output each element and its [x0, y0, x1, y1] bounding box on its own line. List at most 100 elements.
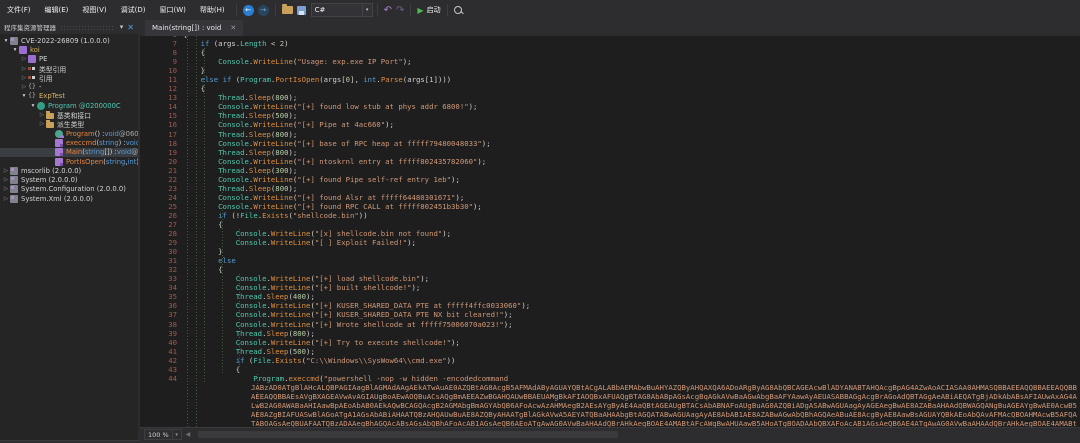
tree-expander[interactable]: ▷	[2, 186, 10, 192]
tree-item[interactable]: Program() : void @0600	[0, 129, 138, 138]
code-line: 28 Console.WriteLine("[x] shellcode.bin …	[140, 229, 1080, 238]
tree-item[interactable]: ▷类型引用	[0, 64, 138, 73]
redo-icon: ↷	[396, 5, 404, 16]
tree-expander[interactable]: ▾	[29, 103, 37, 109]
zoom-level-control[interactable]: 100 %	[144, 429, 173, 440]
code-line: 27 {	[140, 220, 1080, 229]
tab-main-string-void[interactable]: Main(string[]) : void ✕	[145, 20, 243, 36]
navigate-forward-button[interactable]: →	[258, 5, 269, 16]
tree-expander[interactable]: ▾	[11, 47, 19, 53]
tree-item-label: CVE-2022-26809 (1.0.0.0)	[21, 37, 110, 45]
code-line: 44 Program.execcmd("powershell -nop -w h…	[140, 374, 1080, 383]
horizontal-scrollbar[interactable]: ◀	[186, 428, 1080, 441]
tree-expander[interactable]: ▷	[2, 177, 10, 183]
tree-item-label: int	[128, 158, 137, 166]
tree-item[interactable]: ▾ CVE-2022-26809 (1.0.0.0)	[0, 36, 138, 45]
code-text: if (File.Exists("C:\\Windows\\SysWow64\\…	[183, 356, 455, 365]
tree-item-label: -	[39, 83, 41, 91]
menu-item[interactable]: 调试(D)	[114, 5, 153, 15]
line-number: 35	[140, 292, 177, 301]
tree-item-label: Program @0200000C	[48, 102, 121, 110]
tree-expander[interactable]: ▷	[20, 84, 28, 90]
search-button[interactable]	[454, 6, 462, 14]
menu-item[interactable]: 帮助(H)	[193, 5, 232, 15]
line-number: 8	[140, 48, 177, 57]
code-line: 10 }	[140, 66, 1080, 75]
undo-button[interactable]: ↶	[384, 5, 392, 16]
ctor-icon	[55, 130, 63, 138]
code-line: 8 {	[140, 48, 1080, 57]
tree-item-label: void	[104, 130, 118, 138]
tree-item-label: ExpTest	[39, 92, 65, 100]
toolbar-separator	[275, 4, 276, 16]
tree-expander[interactable]: ▷	[38, 112, 46, 118]
tree-expander[interactable]: ▷	[2, 196, 10, 202]
open-button[interactable]	[282, 6, 293, 14]
line-number: 43	[140, 365, 177, 374]
undo-icon: ↶	[384, 5, 392, 16]
tree-item[interactable]: ▾ Program @0200000C	[0, 101, 138, 110]
panel-position-button[interactable]: ▾	[118, 23, 126, 31]
tree-item[interactable]: execcmd(string) : void	[0, 138, 138, 147]
tree-item[interactable]: PortIsOpen(string, int) :	[0, 157, 138, 166]
save-button[interactable]	[297, 6, 306, 15]
tree-item[interactable]: ▷System.Xml (2.0.0.0)	[0, 194, 138, 203]
tree-item-label: @0	[131, 148, 138, 156]
tree-expander[interactable]: ▾	[20, 93, 28, 99]
menu-item[interactable]: 视图(V)	[75, 5, 113, 15]
tree-item[interactable]: ▷基类和接口	[0, 110, 138, 119]
line-number: 37	[140, 310, 177, 319]
tree-item[interactable]: ▷System (2.0.0.0)	[0, 175, 138, 184]
language-combobox-dropdown-arrow[interactable]: ▾	[363, 3, 373, 17]
line-number: 39	[140, 329, 177, 338]
tree-expander[interactable]: ▷	[20, 75, 28, 81]
tree-item-label: []) :	[104, 148, 116, 156]
tree-item[interactable]: ▾{}ExpTest	[0, 92, 138, 101]
code-text: Console.WriteLine("[+] Wrote shellcode a…	[183, 320, 513, 329]
line-number: 44	[140, 374, 177, 383]
tab-close-icon[interactable]: ✕	[230, 24, 236, 32]
refs-icon	[28, 74, 36, 82]
scrollbar-left-arrow[interactable]: ◀	[186, 431, 191, 438]
tree-item[interactable]: Main(string[]) : void @0	[0, 148, 138, 157]
menu-item[interactable]: 窗口(W)	[153, 5, 193, 15]
code-line: 43 {	[140, 365, 1080, 374]
code-text: Thread.Sleep(500);	[183, 347, 315, 356]
line-number: 27	[140, 220, 177, 229]
refs-icon	[28, 65, 36, 73]
code-line: 7 if (args.Length < 2)	[140, 39, 1080, 48]
tree-item-label: string	[99, 139, 119, 147]
tree-item-label: execcmd	[66, 139, 96, 147]
language-combobox-value: C#	[315, 6, 326, 14]
menu-bar: 文件(F)编辑(E)视图(V)调试(D)窗口(W)帮助(H) ← → C# ▾ …	[0, 0, 1080, 20]
tree-item[interactable]: ▾koi	[0, 45, 138, 54]
code-editor[interactable]: 6{7 if (args.Length < 2)8 {9 Console.Wri…	[140, 36, 1080, 427]
tree-expander[interactable]: ▷	[20, 56, 28, 62]
line-number: 18	[140, 139, 177, 148]
redo-button[interactable]: ↷	[396, 5, 404, 16]
menu-item[interactable]: 编辑(E)	[38, 5, 76, 15]
tree-item[interactable]: ▷mscorlib (2.0.0.0)	[0, 166, 138, 175]
forward-arrow-icon: →	[258, 5, 269, 16]
tree-expander[interactable]: ▷	[38, 121, 46, 127]
code-line: 40 Console.WriteLine("[+] Try to execute…	[140, 338, 1080, 347]
line-number: 38	[140, 320, 177, 329]
panel-close-button[interactable]: ✕	[125, 23, 138, 32]
menu-item[interactable]: 文件(F)	[0, 5, 38, 15]
tree-item[interactable]: ▷PE	[0, 55, 138, 64]
tree-expander[interactable]: ▷	[20, 66, 28, 72]
tree-item[interactable]: ▷System.Configuration (2.0.0.0)	[0, 185, 138, 194]
tree-item[interactable]: ▷派生类型	[0, 120, 138, 129]
start-debug-button[interactable]: ▶ 启动	[417, 5, 440, 15]
tree-item[interactable]: ▷{}-	[0, 82, 138, 91]
menu-items: 文件(F)编辑(E)视图(V)调试(D)窗口(W)帮助(H)	[0, 5, 232, 15]
tree-expander[interactable]: ▷	[2, 168, 10, 174]
tree-expander[interactable]: ▾	[2, 38, 10, 44]
language-combobox[interactable]: C#	[311, 3, 363, 17]
tree-item[interactable]: ▷引用	[0, 73, 138, 82]
code-text: Console.WriteLine("[+] found low stub at…	[183, 102, 477, 111]
navigate-back-button[interactable]: ←	[243, 5, 254, 16]
code-text: {	[183, 48, 205, 57]
scrollbar-thumb[interactable]	[198, 431, 618, 438]
zoom-dropdown-arrow[interactable]: ▾	[173, 429, 182, 440]
